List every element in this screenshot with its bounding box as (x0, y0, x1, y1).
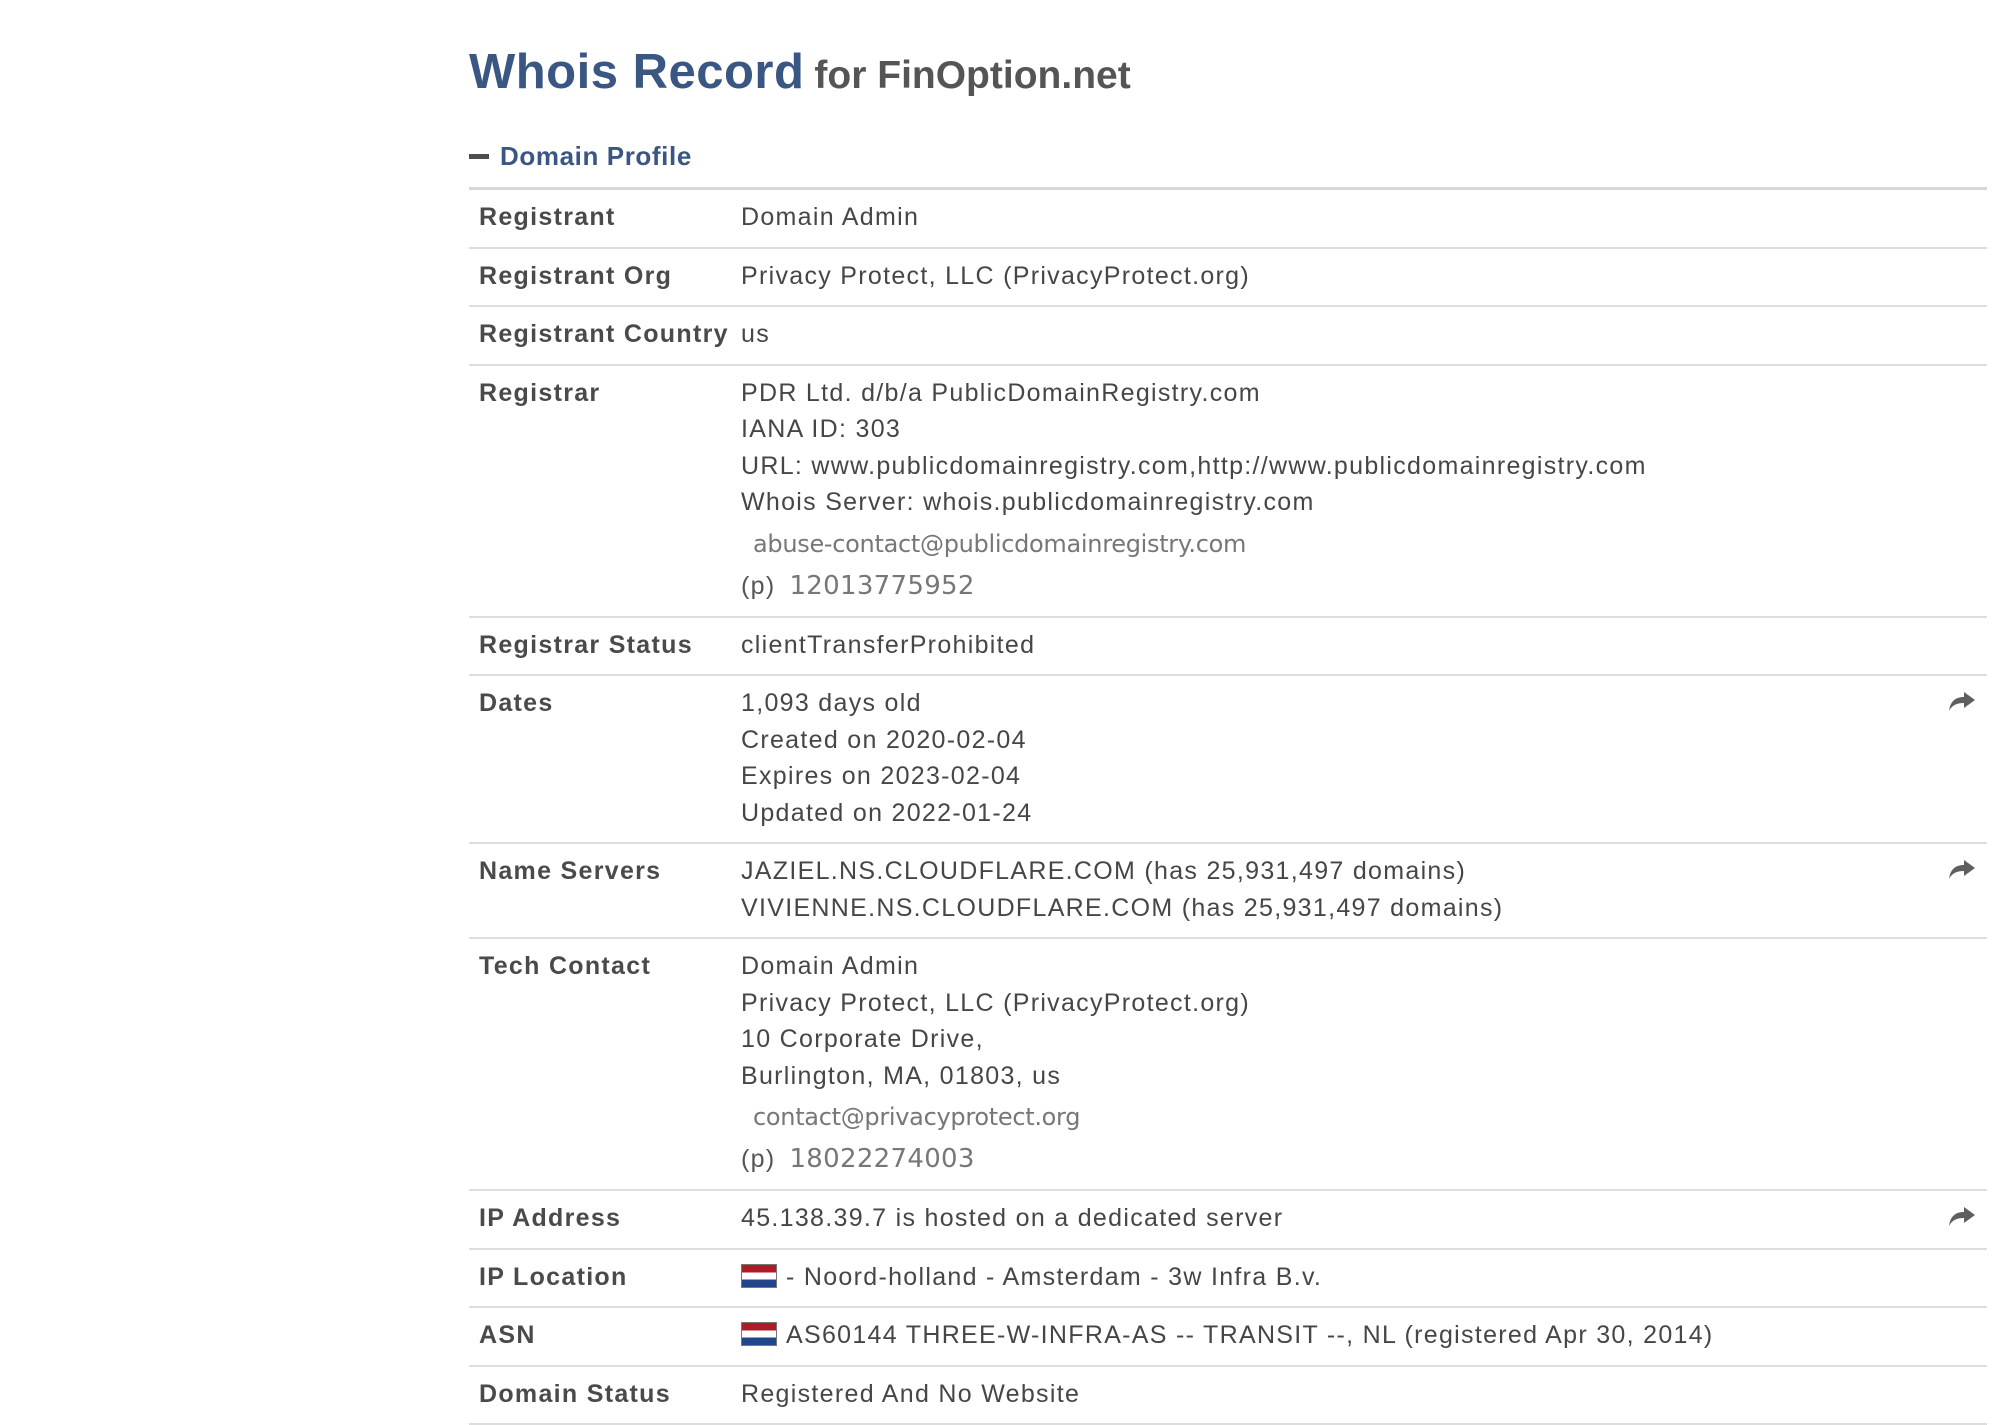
page-title-domain: for FinOption.net (814, 54, 1131, 97)
created-date: Created on 2020-02-04 (741, 725, 1027, 754)
row-value: Privacy Protect, LLC (PrivacyProtect.org… (741, 247, 1987, 307)
name-server-2: VIVIENNE.NS.CLOUDFLARE.COM (has 25,931,4… (741, 893, 1504, 922)
row-key: Registrar Status (469, 616, 741, 676)
row-value: clientTransferProhibited (741, 616, 1987, 676)
row-key: ASN (469, 1307, 741, 1367)
row-value: AS60144 THREE-W-INFRA-AS -- TRANSIT --, … (741, 1307, 1987, 1367)
row-value: PDR Ltd. d/b/a PublicDomainRegistry.com … (741, 364, 1987, 618)
domain-profile-table: Registrant Domain Admin Registrant Org P… (469, 187, 1987, 1425)
tech-contact-email: contact@privacyprotect.org (753, 1103, 1081, 1131)
row-ip-address: IP Address 45.138.39.7 is hosted on a de… (469, 1190, 1987, 1250)
share-arrow-icon[interactable] (1947, 857, 1977, 883)
row-key: Tech Contact (469, 938, 741, 1191)
minus-icon[interactable] (469, 154, 489, 159)
row-key: Dates (469, 675, 741, 844)
row-key: Name Servers (469, 843, 741, 939)
domain-profile-toggle[interactable]: Domain Profile (469, 141, 692, 172)
row-key: Registrant Country (469, 306, 741, 366)
tech-contact-name: Domain Admin (741, 952, 920, 980)
row-key: Registrar (469, 364, 741, 618)
row-name-servers: Name Servers JAZIEL.NS.CLOUDFLARE.COM (h… (469, 843, 1987, 939)
share-arrow-icon[interactable] (1947, 689, 1977, 715)
phone-prefix: (p) (741, 571, 776, 600)
row-value: - Noord-holland - Amsterdam - 3w Infra B… (741, 1248, 1987, 1308)
row-registrar-status: Registrar Status clientTransferProhibite… (469, 616, 1987, 676)
row-key: Registrant Org (469, 247, 741, 307)
registrar-iana-id: IANA ID: 303 (741, 415, 902, 443)
phone-number: 18022274003 (789, 1144, 975, 1174)
row-key: IP Address (469, 1190, 741, 1250)
share-arrow-icon[interactable] (1947, 1204, 1977, 1230)
registrar-phone: (p) 12013775952 (741, 567, 1937, 605)
row-value: 45.138.39.7 is hosted on a dedicated ser… (741, 1190, 1987, 1250)
row-ip-location: IP Location - Noord-holland - Amsterdam … (469, 1248, 1987, 1308)
row-value: JAZIEL.NS.CLOUDFLARE.COM (has 25,931,497… (741, 843, 1987, 939)
domain-profile-label[interactable]: Domain Profile (500, 141, 692, 172)
row-key: Registrant (469, 188, 741, 249)
row-value: Registered And No Website (741, 1365, 1987, 1425)
row-registrar: Registrar PDR Ltd. d/b/a PublicDomainReg… (469, 364, 1987, 618)
row-value: Domain Admin Privacy Protect, LLC (Priva… (741, 938, 1987, 1191)
page-title: Whois Record for FinOption.net (469, 44, 1131, 100)
row-asn: ASN AS60144 THREE-W-INFRA-AS -- TRANSIT … (469, 1307, 1987, 1367)
domain-age: 1,093 days old (741, 689, 922, 717)
registrar-whois-server: Whois Server: whois.publicdomainregistry… (741, 488, 1315, 516)
asn-value: AS60144 THREE-W-INFRA-AS -- TRANSIT --, … (786, 1321, 1714, 1349)
ip-address-value: 45.138.39.7 is hosted on a dedicated ser… (741, 1204, 1284, 1232)
row-key: Domain Status (469, 1365, 741, 1425)
row-registrant: Registrant Domain Admin (469, 188, 1987, 249)
name-server-1: JAZIEL.NS.CLOUDFLARE.COM (has 25,931,497… (741, 857, 1467, 885)
row-tech-contact: Tech Contact Domain Admin Privacy Protec… (469, 938, 1987, 1191)
ip-location-value: - Noord-holland - Amsterdam - 3w Infra B… (786, 1262, 1323, 1291)
tech-contact-phone: (p) 18022274003 (741, 1140, 1937, 1178)
tech-contact-street: 10 Corporate Drive, (741, 1025, 984, 1053)
row-domain-status: Domain Status Registered And No Website (469, 1365, 1987, 1425)
registrar-url: URL: www.publicdomainregistry.com,http:/… (741, 451, 1647, 480)
row-registrant-org: Registrant Org Privacy Protect, LLC (Pri… (469, 247, 1987, 307)
expires-date: Expires on 2023-02-04 (741, 762, 1022, 790)
netherlands-flag-icon (741, 1322, 777, 1346)
tech-contact-city: Burlington, MA, 01803, us (741, 1061, 1062, 1090)
registrar-abuse-email: abuse-contact@publicdomainregistry.com (753, 529, 1247, 558)
row-dates: Dates 1,093 days old Created on 2020-02-… (469, 675, 1987, 844)
netherlands-flag-icon (741, 1263, 777, 1288)
row-registrant-country: Registrant Country us (469, 306, 1987, 366)
updated-date: Updated on 2022-01-24 (741, 798, 1033, 827)
row-value: Domain Admin (741, 188, 1987, 249)
phone-number: 12013775952 (789, 570, 975, 601)
row-value: 1,093 days old Created on 2020-02-04 Exp… (741, 675, 1987, 844)
registrar-name: PDR Ltd. d/b/a PublicDomainRegistry.com (741, 378, 1261, 407)
row-value: us (741, 306, 1987, 366)
phone-prefix: (p) (741, 1145, 776, 1173)
page-title-main: Whois Record (469, 45, 805, 99)
tech-contact-org: Privacy Protect, LLC (PrivacyProtect.org… (741, 988, 1250, 1017)
row-key: IP Location (469, 1248, 741, 1308)
